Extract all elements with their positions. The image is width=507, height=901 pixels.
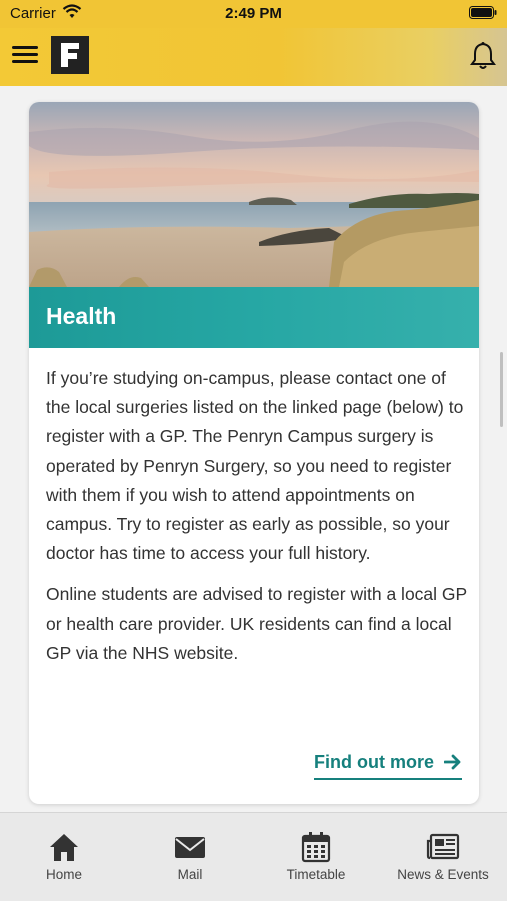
tab-news-events[interactable]: News & Events bbox=[380, 813, 506, 901]
app-logo bbox=[51, 36, 89, 74]
health-card: Health If you’re studying on-campus, ple… bbox=[29, 102, 479, 804]
card-body: If you’re studying on-campus, please con… bbox=[46, 364, 470, 680]
main-content: Health If you’re studying on-campus, ple… bbox=[0, 86, 507, 812]
home-icon bbox=[50, 834, 78, 861]
find-out-more-label: Find out more bbox=[314, 751, 434, 772]
tab-mail[interactable]: Mail bbox=[127, 813, 253, 901]
newspaper-icon bbox=[426, 833, 460, 860]
body-paragraph-2: Online students are advised to register … bbox=[46, 584, 467, 663]
app-header bbox=[0, 28, 507, 86]
body-paragraph-1: If you’re studying on-campus, please con… bbox=[46, 368, 464, 564]
hamburger-menu-icon[interactable] bbox=[12, 42, 38, 70]
tab-timetable-label: Timetable bbox=[286, 867, 346, 882]
tab-home[interactable]: Home bbox=[1, 813, 127, 901]
status-bar: Carrier 2:49 PM bbox=[0, 0, 507, 28]
tab-home-label: Home bbox=[45, 867, 82, 882]
tab-news-events-label: News & Events bbox=[397, 867, 489, 882]
notification-bell-icon[interactable] bbox=[469, 41, 497, 71]
tab-timetable[interactable]: Timetable bbox=[253, 813, 379, 901]
card-title: Health bbox=[46, 303, 117, 329]
tab-mail-label: Mail bbox=[177, 867, 203, 882]
card-title-band: Health bbox=[29, 287, 479, 348]
calendar-icon bbox=[301, 832, 331, 863]
arrow-right-icon bbox=[444, 754, 461, 770]
find-out-more-link[interactable]: Find out more bbox=[314, 748, 462, 780]
bottom-tab-bar: Home Mail Timetable News & Events bbox=[0, 812, 507, 901]
vertical-scrollbar[interactable] bbox=[500, 352, 503, 427]
mail-icon bbox=[175, 837, 205, 858]
status-time: 2:49 PM bbox=[225, 5, 282, 22]
battery-icon bbox=[469, 6, 497, 19]
logo-f-icon bbox=[61, 43, 79, 67]
beach-hero-image bbox=[29, 102, 479, 287]
